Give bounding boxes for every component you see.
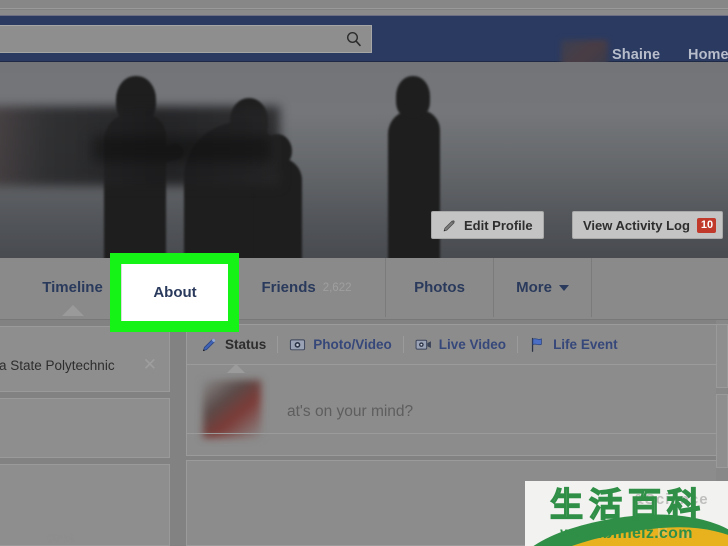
tab-more-label: More xyxy=(516,279,552,296)
composer-avatar xyxy=(203,380,261,438)
edit-profile-button[interactable]: Edit Profile xyxy=(431,211,544,239)
view-activity-log-button[interactable]: View Activity Log 10 xyxy=(572,211,724,239)
tabbar-filler xyxy=(592,258,728,317)
right-sidebar-card xyxy=(716,394,728,468)
video-camera-icon xyxy=(415,339,431,350)
flag-icon xyxy=(531,337,542,352)
composer-tab-live-video-label: Live Video xyxy=(438,337,507,352)
composer-tabs: Status Photo/Video Live Video Life Event xyxy=(187,325,728,365)
tab-friends-count: 2,622 xyxy=(322,281,352,294)
composer-tab-status[interactable]: Status xyxy=(201,336,277,353)
composer-tab-live-video[interactable]: Live Video xyxy=(402,336,517,353)
search-input[interactable] xyxy=(0,26,331,52)
sidebar-faint-text: dinail xyxy=(47,533,76,545)
tab-photos-label: Photos xyxy=(414,279,465,296)
edit-profile-label: Edit Profile xyxy=(464,217,533,233)
browser-chrome-strip xyxy=(0,0,728,9)
composer-tab-life-event-label: Life Event xyxy=(553,337,618,352)
chevron-down-icon xyxy=(558,284,569,291)
camera-icon xyxy=(290,339,306,351)
sidebar-card-secondary xyxy=(0,398,170,458)
left-sidebar: a State Polytechnic ✕ dinail xyxy=(0,320,170,546)
status-composer: Status Photo/Video Live Video Life Event… xyxy=(186,324,728,456)
right-sidebar-card xyxy=(716,324,728,388)
about-tab-highlight-box: About xyxy=(110,253,239,332)
composer-divider xyxy=(187,433,728,434)
pencil-icon xyxy=(202,338,216,352)
topbar-home-link[interactable]: Home xyxy=(688,47,728,63)
composer-tab-photo-video[interactable]: Photo/Video xyxy=(277,336,403,353)
composer-tab-life-event[interactable]: Life Event xyxy=(517,336,629,353)
about-tab-highlight-label[interactable]: About xyxy=(121,264,228,321)
view-activity-log-label: View Activity Log xyxy=(583,217,690,233)
search-box[interactable] xyxy=(0,25,372,53)
watermark-url: www.bimeiz.com xyxy=(560,525,693,542)
tab-timeline-label: Timeline xyxy=(42,279,103,296)
topbar-user-name[interactable]: Shaine xyxy=(612,47,660,63)
pencil-icon xyxy=(443,219,455,231)
close-x-icon[interactable]: ✕ xyxy=(143,355,163,375)
tab-friends[interactable]: Friends 2,622 xyxy=(228,258,386,317)
education-label: a State Polytechnic xyxy=(0,357,115,373)
sidebar-card-education: a State Polytechnic ✕ xyxy=(0,326,170,392)
watermark: &Science 生活百科 How www.bimeiz.com xyxy=(525,481,728,546)
active-tab-arrow xyxy=(62,305,84,316)
composer-active-tab-arrow xyxy=(227,364,245,373)
tab-photos[interactable]: Photos xyxy=(386,258,494,317)
activity-log-badge: 10 xyxy=(696,217,717,233)
watermark-chinese-title: 生活百科 xyxy=(549,484,706,524)
tab-friends-label: Friends xyxy=(261,279,316,296)
browser-screenshot: Shaine Home Edit Profile View Activity L… xyxy=(0,0,728,546)
composer-placeholder-text[interactable]: at's on your mind? xyxy=(287,403,413,421)
sidebar-card-tertiary: dinail xyxy=(0,464,170,546)
education-entry[interactable]: a State Polytechnic ✕ xyxy=(0,355,163,375)
tab-more[interactable]: More xyxy=(494,258,592,317)
facebook-topbar: Shaine Home xyxy=(0,16,728,78)
composer-tab-photo-video-label: Photo/Video xyxy=(313,337,392,352)
search-icon[interactable] xyxy=(345,30,363,48)
composer-tab-status-label: Status xyxy=(225,337,267,352)
profile-name-blurred xyxy=(92,136,272,162)
